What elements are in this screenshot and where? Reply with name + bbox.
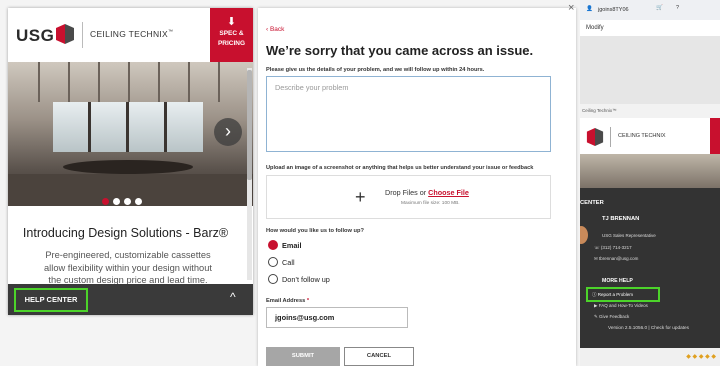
cancel-button[interactable]: CANCEL <box>344 347 414 366</box>
choose-file-link[interactable]: Choose File <box>428 188 469 197</box>
info-icon: ⓘ <box>592 292 597 297</box>
report-problem-form: ‹ Back We’re sorry that you came across … <box>258 8 576 366</box>
contact-name: TJ BRENNAN <box>602 216 640 222</box>
tray-icons[interactable]: ◆ ◆ ◆ ◆ ◆ <box>686 354 716 360</box>
carousel-dot[interactable] <box>135 198 142 205</box>
form-heading: We’re sorry that you came across an issu… <box>266 43 534 58</box>
contact-role: USG Sales Representative <box>602 233 656 238</box>
logo-divider <box>610 127 611 147</box>
radio-email-label: Email <box>282 241 302 250</box>
carousel-next-button[interactable]: › <box>214 118 242 146</box>
contact-email[interactable]: ✉ tbrennan@usg.com <box>594 256 638 262</box>
feedback-link[interactable]: ✎ Give Feedback <box>594 314 629 320</box>
radio-email[interactable] <box>268 240 278 250</box>
taskbar: ◆ ◆ ◆ ◆ ◆ <box>580 348 720 366</box>
usg-logo-mark-icon <box>56 24 74 44</box>
faq-link[interactable]: ▶ FAQ and How-To Videos <box>594 303 648 309</box>
title-bar: 👤 jgoins8TY06 🛒 ? <box>580 0 720 20</box>
hero-image <box>580 154 720 188</box>
chevron-up-icon[interactable]: ^ <box>230 290 236 304</box>
upload-label: Upload an image of a screenshot or anyth… <box>266 165 534 171</box>
usg-logo-mark-icon <box>586 128 604 146</box>
radio-dont-follow-up[interactable] <box>268 274 278 284</box>
video-icon: ▶ <box>594 303 598 308</box>
submit-button[interactable]: SUBMIT <box>266 347 340 366</box>
email-address-label: Email Address * <box>266 298 310 304</box>
form-instructions: Please give us the details of your probl… <box>266 67 485 73</box>
back-link[interactable]: ‹ Back <box>266 26 284 33</box>
promo-title: Introducing Design Solutions - Barz® <box>22 226 229 240</box>
menu-modify[interactable]: Modify <box>586 25 604 31</box>
contact-phone[interactable]: ☏ (312) 714-3217 <box>594 245 632 251</box>
feedback-icon: ✎ <box>594 314 598 319</box>
more-help-heading: MORE HELP <box>602 278 633 284</box>
app-header: USG CEILING TECHNIX™ ⬇ SPEC & PRICING <box>8 8 253 62</box>
email-address-input[interactable]: jgoins@usg.com <box>266 307 408 328</box>
version-info[interactable]: Version 2.5.1056.0 | Check for updates <box>608 325 689 330</box>
plus-icon: + <box>355 187 366 207</box>
carousel-dot[interactable] <box>124 198 131 205</box>
avatar <box>580 226 588 244</box>
help-center-panel: CENTER TJ BRENNAN USG Sales Representati… <box>580 188 720 348</box>
spec-pricing-tab[interactable] <box>710 118 720 154</box>
max-file-size: Maximum file size: 100 MB. <box>401 201 460 206</box>
report-problem-link[interactable]: ⓘ Report a Problem <box>586 287 660 302</box>
radio-call[interactable] <box>268 257 278 267</box>
file-dropzone[interactable]: + Drop Files or Choose File Maximum file… <box>266 175 551 219</box>
scrollbar-thumb[interactable] <box>247 70 252 180</box>
panel-logo-row: CEILING TECHNIX <box>580 118 720 154</box>
user-icon: 👤 <box>586 6 593 12</box>
chevron-right-icon: › <box>225 121 231 141</box>
carousel-dot[interactable] <box>102 198 109 205</box>
mobile-app-panel: USG CEILING TECHNIX™ ⬇ SPEC & PRICING › … <box>8 8 253 315</box>
panel-tab[interactable]: Ceiling Technix™ <box>580 104 720 118</box>
usg-logo: USG <box>16 26 55 45</box>
followup-label: How would you like us to follow up? <box>266 228 364 234</box>
download-icon: ⬇ <box>226 16 237 28</box>
cart-icon[interactable]: 🛒 <box>656 5 663 11</box>
desktop-app-panel: 👤 jgoins8TY06 🛒 ? Modify Ceiling Technix… <box>580 0 720 366</box>
spec-pricing-button[interactable]: ⬇ SPEC & PRICING <box>210 8 253 62</box>
carousel-dots <box>102 192 146 210</box>
carousel-dot[interactable] <box>113 198 120 205</box>
help-center-button[interactable]: HELP CENTER <box>14 288 88 312</box>
drop-text: Drop Files or Choose File <box>385 188 469 197</box>
radio-call-label: Call <box>282 258 295 267</box>
help-icon[interactable]: ? <box>676 5 679 11</box>
pricing-label: PRICING <box>217 40 246 47</box>
problem-description-input[interactable]: Describe your problem <box>266 76 551 152</box>
radio-dont-follow-up-label: Don’t follow up <box>282 275 330 284</box>
spec-label: SPEC & <box>219 30 244 37</box>
promo-description: Pre-engineered, customizable cassettes a… <box>44 250 212 285</box>
logo-divider <box>82 22 83 48</box>
phone-icon: ☏ <box>594 245 600 250</box>
mail-icon: ✉ <box>594 256 598 261</box>
section-title: CENTER <box>580 200 604 206</box>
brand-name: CEILING TECHNIX <box>618 133 666 139</box>
menu-bar: Modify <box>580 22 720 36</box>
brand-name: CEILING TECHNIX™ <box>90 29 174 39</box>
ribbon-area <box>580 36 720 104</box>
username[interactable]: jgoins8TY06 <box>598 7 629 13</box>
close-icon[interactable]: × <box>568 2 574 14</box>
